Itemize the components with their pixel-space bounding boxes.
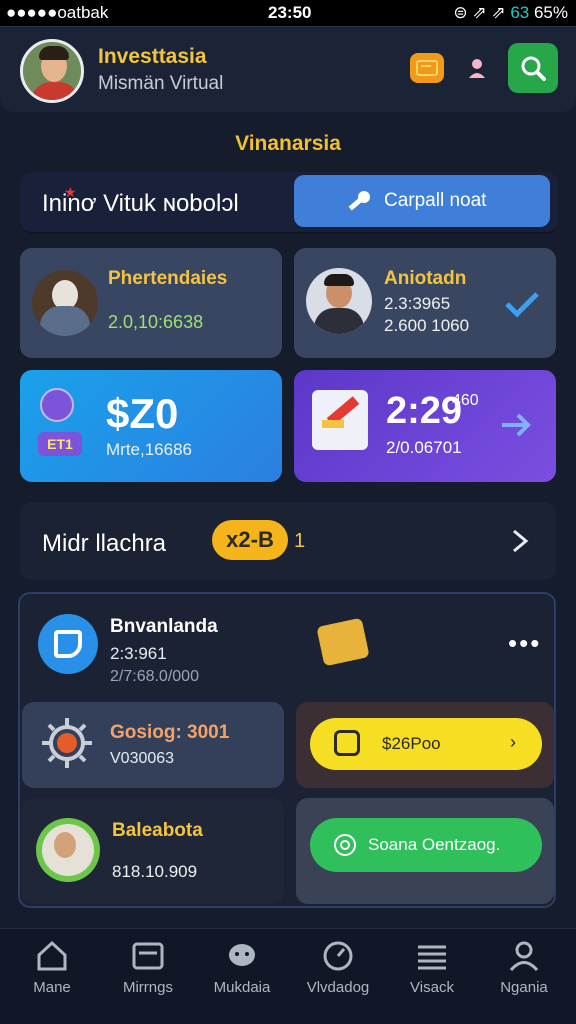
panel-line1: 2:3:961 — [110, 644, 167, 663]
avatar — [306, 268, 372, 334]
clock: 23:50 — [268, 3, 312, 22]
nav-label: Vlvdadog — [306, 979, 370, 996]
bottom-nav: Mane Mirrngs Mukdaia Vlvdadog Visack Nga… — [0, 928, 576, 1024]
wallet-icon[interactable] — [410, 53, 444, 83]
nav-label: Mukdaia — [213, 979, 271, 996]
search-action-label: Soana Oentzaog. — [368, 835, 501, 854]
panel-line2: 2/7:68.0/000 — [110, 668, 199, 685]
card-title: Aniotadn — [384, 268, 467, 289]
card-phertendaies[interactable]: Phertendaies 2.0,10:6638 — [20, 248, 282, 358]
price-button[interactable]: $26Poo › — [310, 718, 542, 770]
card-ticket[interactable]: 2:29 460 2/0.06701 — [294, 370, 556, 482]
card-badge: ET1 — [38, 432, 82, 456]
panel-title: Bnvanlanda — [110, 616, 218, 637]
nav-video[interactable]: Vlvdadog — [290, 939, 386, 996]
carpall-label: Carpall noat — [384, 190, 487, 211]
gosiog-value: V030063 — [110, 750, 175, 767]
profile-title: Baleabota — [112, 820, 203, 841]
mid-row[interactable]: Midr llachra x2-B 1 — [20, 502, 556, 580]
nav-label: Visack — [410, 979, 454, 996]
gosiog-title: Gosiog: 3001 — [110, 722, 230, 743]
card-big-value: 2:29 — [386, 390, 463, 432]
chat-icon — [229, 944, 255, 966]
signal-value: 63 — [510, 3, 530, 22]
app-subtitle: Mismän Virtual — [98, 73, 224, 94]
message-icon — [132, 942, 164, 970]
nav-messages[interactable]: Mirrngs — [100, 939, 196, 996]
mid-count: 1 — [294, 530, 306, 552]
search-icon — [521, 56, 546, 81]
ticket-icon — [312, 390, 368, 450]
chevron-right-icon: › — [510, 732, 516, 752]
battery-value: 65% — [533, 3, 568, 22]
chevron-right-icon[interactable] — [510, 528, 530, 554]
avatar — [36, 818, 100, 882]
promo-text: Ininơ Vituk ɴobolɔl — [42, 190, 239, 217]
status-glyphs: ⊜ ⇗ ⇗ — [453, 3, 506, 22]
coin-icon — [40, 388, 74, 422]
gosiog-card[interactable]: Gosiog: 3001 V030063 — [22, 702, 284, 788]
card-line2: 2.600 1060 — [384, 316, 470, 335]
mid-label: Midr llachra — [42, 530, 167, 557]
badge-icon — [316, 617, 370, 667]
carpall-button[interactable]: Carpall noat — [294, 175, 550, 227]
target-icon — [334, 834, 356, 856]
section-title: Vinanarsia — [235, 132, 341, 155]
nav-profile[interactable]: Ngania — [476, 939, 572, 996]
nav-label: Mirrngs — [122, 979, 173, 996]
app-title: Investtasia — [98, 45, 207, 68]
multiplier-badge: x2-B — [212, 520, 288, 560]
promo-bar: ★ Ininơ Vituk ɴobolɔl Carpall noat — [20, 172, 558, 234]
coupon-icon — [334, 730, 360, 756]
profile-value: 818.10.909 — [112, 862, 198, 881]
card-value: 2.0,10:6638 — [108, 312, 204, 332]
nav-media[interactable]: Mukdaia — [194, 939, 290, 996]
nav-list[interactable]: Visack — [384, 939, 480, 996]
more-icon[interactable]: ••• — [508, 628, 541, 659]
card-balance[interactable]: ET1 $Z0 Mrte,16686 — [20, 370, 282, 482]
card-small: 460 — [452, 392, 479, 409]
yellow-card: $26Poo › — [296, 702, 554, 788]
nav-home[interactable]: Mane — [4, 939, 100, 996]
brand-icon — [38, 614, 98, 674]
profile-avatar[interactable] — [20, 39, 84, 103]
carrier: ●●●●●oatbak — [6, 3, 109, 22]
app-header: Investtasia Mismän Virtual — [0, 26, 576, 112]
key-icon — [348, 191, 370, 211]
search-button[interactable] — [508, 43, 558, 93]
person-icon — [509, 941, 539, 972]
card-sub: 2/0.06701 — [386, 438, 462, 457]
check-icon — [505, 292, 539, 318]
status-icons: ⊜ ⇗ ⇗ 63 65% — [453, 3, 568, 23]
card-aniotadn[interactable]: Aniotadn 2.3:3965 2.600 1060 — [294, 248, 556, 358]
search-action-button[interactable]: Soana Oentzaog. — [310, 818, 542, 872]
nav-label: Mane — [33, 979, 71, 996]
price-label: $26Poo — [382, 734, 441, 753]
card-big-value: $Z0 — [106, 390, 179, 437]
card-title: Phertendaies — [108, 268, 228, 289]
clock-icon — [323, 941, 353, 971]
investment-panel: Bnvanlanda 2:3:961 2/7:68.0/000 ••• Gosi… — [18, 592, 556, 908]
user-icon[interactable] — [462, 53, 492, 83]
list-icon — [418, 945, 446, 970]
card-sub: Mrte,16686 — [106, 440, 192, 459]
status-bar: ●●●●●oatbak 23:50 ⊜ ⇗ ⇗ 63 65% — [0, 0, 576, 26]
gear-icon — [42, 718, 92, 768]
green-card: Soana Oentzaog. — [296, 798, 554, 904]
home-icon — [37, 940, 67, 971]
arrow-right-icon[interactable] — [500, 410, 534, 440]
profile-card[interactable]: Baleabota 818.10.909 — [22, 798, 284, 904]
nav-label: Ngania — [500, 979, 548, 996]
card-line1: 2.3:3965 — [384, 294, 451, 313]
avatar — [32, 270, 98, 336]
